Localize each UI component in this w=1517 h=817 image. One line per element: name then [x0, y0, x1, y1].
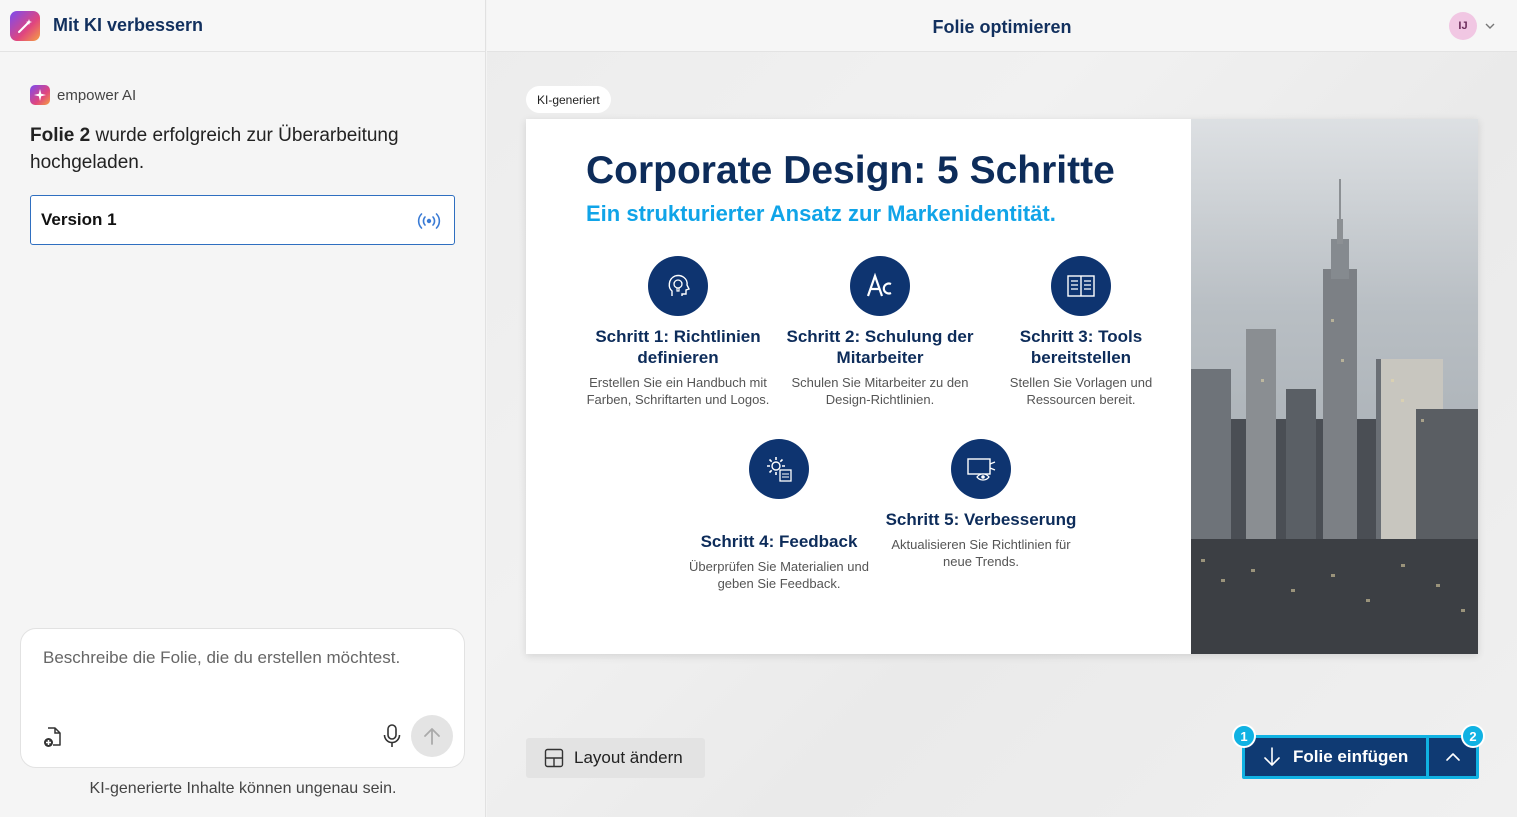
- city-skyline-image: [1191, 119, 1478, 654]
- sparkle-icon: [30, 85, 50, 105]
- lightbulb-head-icon: [648, 256, 708, 316]
- main-area: Folie optimieren IJ KI-generiert Corpora…: [487, 0, 1517, 817]
- ai-label: empower AI: [30, 85, 136, 105]
- step-title: Schritt 4: Feedback: [700, 532, 858, 551]
- version-item[interactable]: Version 1: [30, 195, 455, 245]
- app-title: Mit KI verbessern: [53, 15, 204, 35]
- layout-icon: [544, 748, 564, 768]
- main-header: Folie optimieren IJ: [487, 0, 1517, 52]
- arrow-down-icon: [1264, 747, 1280, 766]
- step-title: Schritt 2: Schulung der Mitarbeiter: [786, 327, 974, 367]
- callout-badge-2: 2: [1461, 724, 1485, 748]
- step-title: Schritt 3: Tools bereitstellen: [1019, 327, 1143, 367]
- status-slide-name: Folie 2: [30, 125, 91, 146]
- version-label: Version 1: [41, 210, 117, 229]
- left-header: Mit KI verbessern: [0, 0, 485, 52]
- prompt-box[interactable]: Beschreibe die Folie, die du erstellen m…: [20, 628, 465, 768]
- book-icon: [1051, 256, 1111, 316]
- gear-document-icon: [749, 439, 809, 499]
- slide-preview[interactable]: Corporate Design: 5 Schritte Ein struktu…: [526, 119, 1478, 654]
- prompt-input[interactable]: Beschreibe die Folie, die du erstellen m…: [43, 648, 400, 668]
- slide-subtitle: Ein strukturierter Ansatz zur Markeniden…: [586, 201, 1056, 226]
- left-panel: Mit KI verbessern empower AI Folie 2 wur…: [0, 0, 486, 817]
- insert-slide-group: Folie einfügen: [1242, 735, 1479, 779]
- step-desc: Schulen Sie Mitarbeiter zu den Design-Ri…: [791, 375, 969, 407]
- callout-badge-1: 1: [1232, 724, 1256, 748]
- step-4: Schritt 4: Feedback Überprüfen Sie Mater…: [679, 439, 879, 592]
- microphone-icon[interactable]: [381, 723, 403, 749]
- step-desc: Erstellen Sie ein Handbuch mit Farben, S…: [586, 375, 770, 407]
- step-2: Schritt 2: Schulung der Mitarbeiter Schu…: [780, 256, 980, 408]
- step-1: Schritt 1: Richtlinien definieren Erstel…: [578, 256, 778, 408]
- insert-slide-button[interactable]: Folie einfügen: [1245, 738, 1426, 776]
- change-layout-label: Layout ändern: [574, 748, 683, 767]
- broadcast-icon: [417, 213, 441, 229]
- magic-wand-icon: [10, 10, 40, 41]
- monitor-eye-icon: [951, 439, 1011, 499]
- typography-icon: [850, 256, 910, 316]
- arrow-up-icon: [424, 728, 440, 745]
- ai-generated-badge: KI-generiert: [526, 86, 611, 113]
- step-title: Schritt 1: Richtlinien definieren: [595, 327, 761, 367]
- send-button[interactable]: [411, 715, 453, 757]
- chevron-up-icon: [1445, 753, 1460, 761]
- page-title: Folie optimieren: [932, 17, 1072, 37]
- chevron-down-icon[interactable]: [1484, 20, 1496, 32]
- avatar[interactable]: IJ: [1449, 12, 1477, 40]
- ai-label-text: empower AI: [57, 86, 137, 104]
- step-5: Schritt 5: Verbesserung Aktualisieren Si…: [881, 439, 1081, 570]
- step-3: Schritt 3: Tools bereitstellen Stellen S…: [981, 256, 1181, 408]
- disclaimer: KI-generierte Inhalte können ungenau sei…: [89, 780, 397, 797]
- slide-title: Corporate Design: 5 Schritte: [586, 149, 1115, 192]
- step-desc: Überprüfen Sie Materialien und geben Sie…: [689, 559, 869, 591]
- status-message: Folie 2 wurde erfolgreich zur Überarbeit…: [30, 122, 430, 176]
- insert-slide-label: Folie einfügen: [1293, 747, 1409, 766]
- step-desc: Stellen Sie Vorlagen und Ressourcen bere…: [1009, 375, 1153, 407]
- step-desc: Aktualisieren Sie Richtlinien für neue T…: [891, 537, 1071, 569]
- change-layout-button[interactable]: Layout ändern: [526, 738, 705, 778]
- add-file-icon[interactable]: [41, 725, 65, 749]
- step-title: Schritt 5: Verbesserung: [885, 510, 1077, 529]
